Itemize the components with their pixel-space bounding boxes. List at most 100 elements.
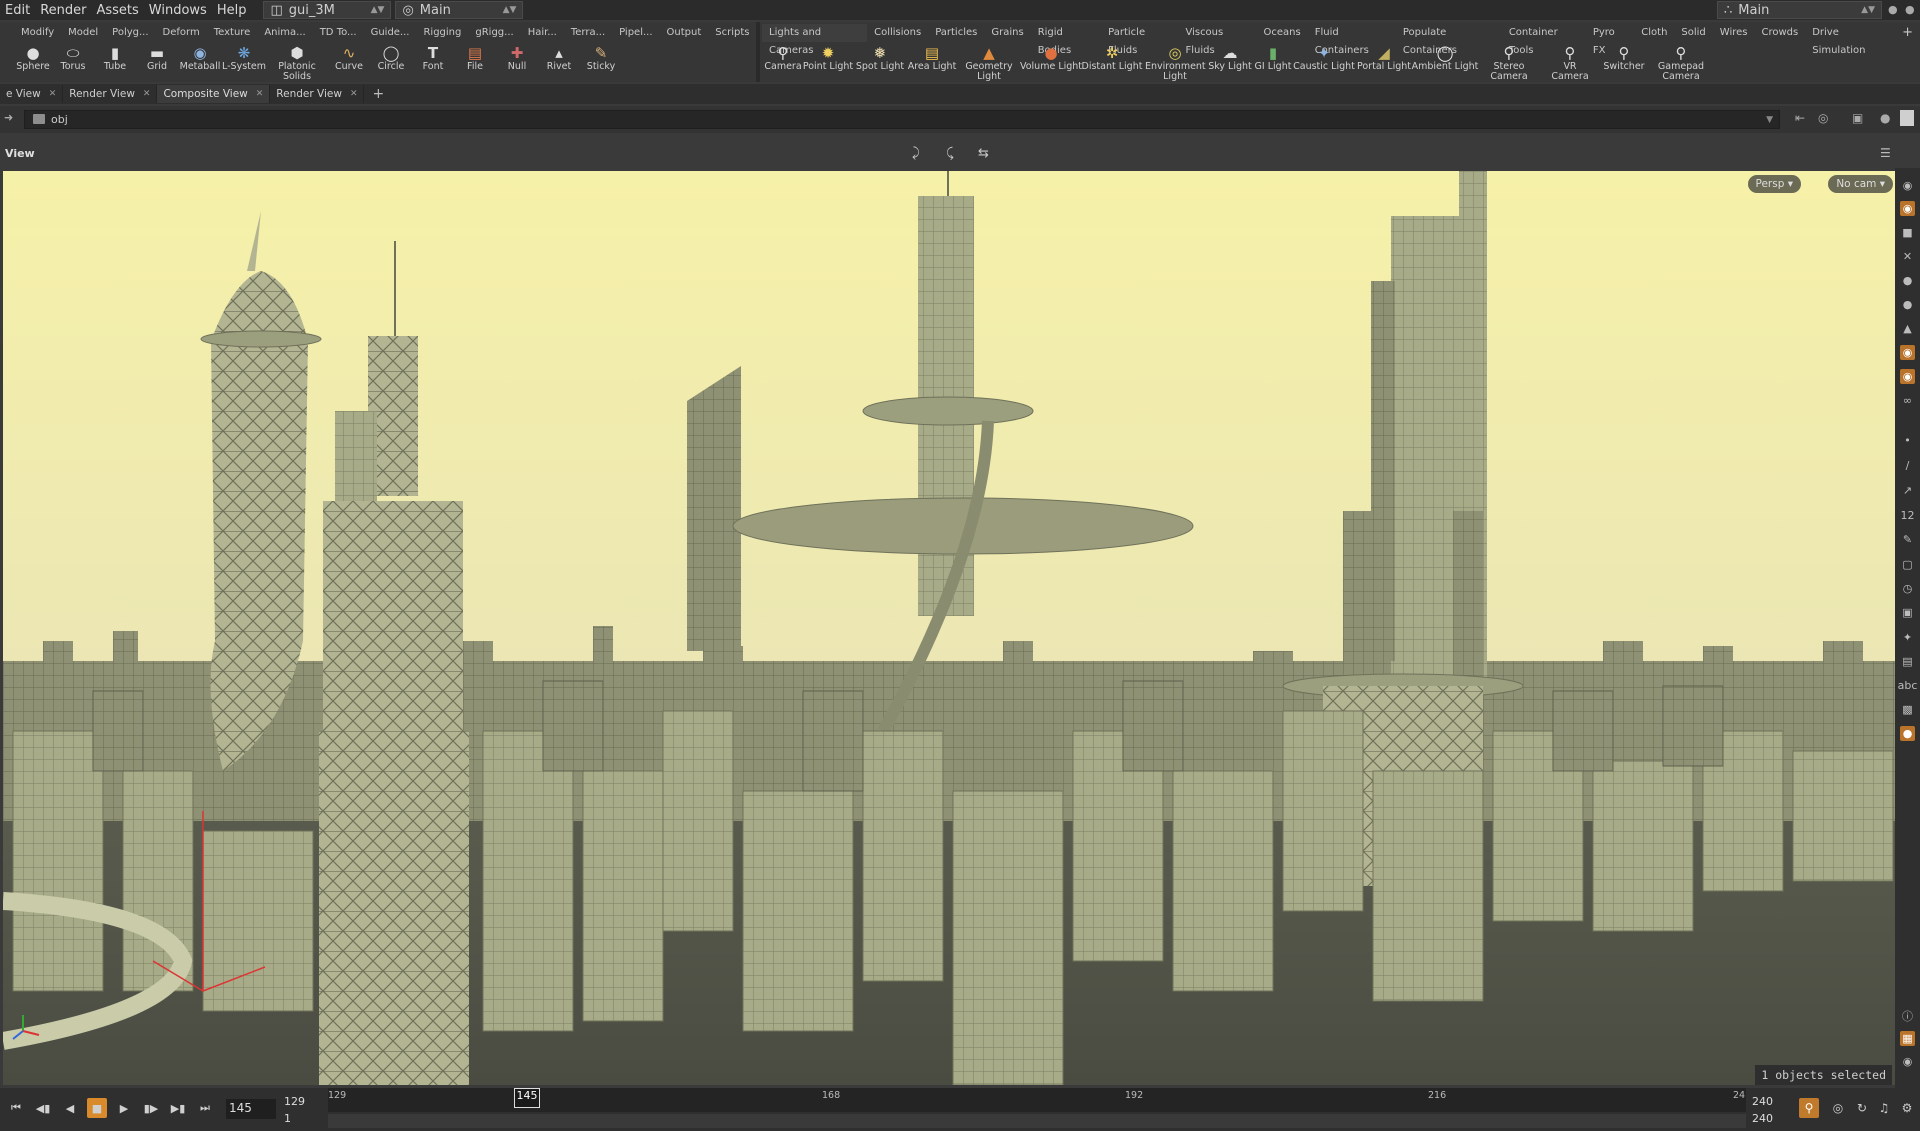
tool-grid[interactable]: ▬ Grid (136, 44, 178, 82)
tool-caustic-light[interactable]: ✦ Caustic Light (1293, 44, 1355, 82)
shelf-tab[interactable]: Scripts (708, 24, 756, 42)
tool-circle[interactable]: ◯ Circle (370, 44, 412, 82)
transform-tool-icon[interactable]: ⤹ (946, 146, 954, 161)
tool-null[interactable]: ✚ Null (496, 44, 538, 82)
shelf-tab[interactable]: Output (660, 24, 709, 42)
persp-menu[interactable]: Persp ▾ (1747, 175, 1801, 193)
tool-area-light[interactable]: ▤ Area Light (906, 44, 958, 82)
shelf-tab[interactable]: Anima... (257, 24, 312, 42)
tool-geometry-light[interactable]: ▲ Geometry Light (958, 44, 1020, 82)
shelf-tab[interactable]: Modify (14, 24, 61, 42)
number-display-icon[interactable]: 12 (1900, 508, 1915, 523)
realtime-icon[interactable]: ◎ (1828, 1098, 1848, 1118)
step-back-key-icon[interactable]: ◀▮ (33, 1098, 53, 1118)
display-icon[interactable]: ● (1880, 111, 1890, 125)
shelf-tab[interactable]: Pipel... (612, 24, 659, 42)
play-icon[interactable]: ▶ (114, 1098, 134, 1118)
display-options-icon[interactable]: ☰ (1880, 146, 1891, 160)
shelf-tab[interactable]: Drive Simulation (1805, 24, 1895, 56)
shelf-tab[interactable]: Rigid Bodies (1031, 24, 1101, 56)
info-icon[interactable]: ⓘ (1900, 1008, 1915, 1023)
tool-stereo-camera[interactable]: ⚲ Stereo Camera (1476, 44, 1542, 82)
step-forward-icon[interactable]: ▮▶ (141, 1098, 161, 1118)
tool-torus[interactable]: ⬭ Torus (52, 44, 94, 82)
network-path-field[interactable]: obj ▼ (24, 110, 1780, 129)
pane-tab-active[interactable]: Composite View ✕ (157, 85, 271, 103)
close-icon[interactable]: ✕ (143, 89, 151, 99)
shelf-tab[interactable]: Model (61, 24, 105, 42)
chevron-down-icon[interactable]: ▼ (1766, 115, 1773, 125)
abc-icon[interactable]: abc (1898, 678, 1918, 693)
help-icon[interactable]: ● (1888, 3, 1902, 17)
light-bulb-icon[interactable]: ● (1900, 297, 1915, 312)
visibility-icon[interactable]: ◉ (1900, 201, 1915, 216)
menu-render[interactable]: Render (35, 3, 91, 18)
shelf-tab[interactable]: Viscous Fluids (1178, 24, 1256, 56)
menu-edit[interactable]: Edit (0, 3, 35, 18)
tool-tube[interactable]: ▮ Tube (94, 44, 136, 82)
close-icon[interactable]: ✕ (49, 89, 57, 99)
menu-help[interactable]: Help (212, 3, 252, 18)
pane-tab[interactable]: e View ✕ (0, 85, 64, 103)
tool-lsystem[interactable]: ❋ L-System (222, 44, 266, 82)
add-tab-icon[interactable]: + (364, 86, 392, 102)
link-icon[interactable]: ∞ (1900, 393, 1915, 408)
bounds-icon[interactable]: ◷ (1900, 581, 1915, 596)
pin-icon[interactable]: ⇤ (1795, 111, 1805, 125)
tool-gi-light[interactable]: ▮ GI Light (1252, 44, 1294, 82)
range-start[interactable]: 129 (284, 1095, 305, 1108)
global-start[interactable]: 1 (284, 1112, 291, 1125)
pane-tab[interactable]: Render View ✕ (270, 85, 365, 103)
range-end[interactable]: 240 (1752, 1095, 1773, 1108)
display-eye-icon[interactable]: ◉ (1900, 1054, 1915, 1069)
shelf-tab[interactable]: Grains (984, 24, 1030, 42)
3d-viewport[interactable]: Persp ▾ No cam ▾ 1 objects selected (3, 171, 1895, 1085)
tool-curve[interactable]: ∿ Curve (328, 44, 370, 82)
shelf-tab[interactable]: Particle Fluids (1101, 24, 1178, 56)
shelf-tab[interactable]: Wires (1713, 24, 1755, 42)
global-end[interactable]: 240 (1752, 1112, 1773, 1125)
frame-all-icon[interactable]: ▣ (1900, 605, 1915, 620)
timeline-ruler[interactable]: 129 168 192 216 24 145 (328, 1088, 1746, 1112)
pane-layout-icon[interactable] (1900, 110, 1914, 126)
tool-metaball[interactable]: ◉ Metaball (178, 44, 222, 82)
tool-volume-light[interactable]: ● Volume Light (1020, 44, 1082, 82)
shelf-tab[interactable]: Lights and Cameras (762, 24, 868, 56)
tool-gamepad-camera[interactable]: ⚲ Gamepad Camera (1650, 44, 1712, 82)
shelf-tab[interactable]: Container Tools (1502, 24, 1586, 56)
tool-platonic[interactable]: ⬢ Platonic Solids (266, 44, 328, 82)
cube-icon[interactable]: ▢ (1900, 557, 1915, 572)
shelf-tab[interactable]: Cloth (1634, 24, 1674, 42)
range-slider[interactable] (328, 1114, 1746, 1128)
shelf-tab[interactable]: Terra... (564, 24, 612, 42)
shelf-tab[interactable]: Fluid Containers (1308, 24, 1396, 56)
shelf-tab[interactable]: Rigging (416, 24, 468, 42)
select-tool-icon[interactable]: ⤸ (912, 146, 920, 161)
step-forward-key-icon[interactable]: ▶▮ (168, 1098, 188, 1118)
settings-icon[interactable]: ⚙ (1897, 1098, 1917, 1118)
tool-rivet[interactable]: ▴ Rivet (538, 44, 580, 82)
tool-sphere[interactable]: ● Sphere (14, 44, 52, 82)
sphere-display-icon[interactable]: ● (1900, 273, 1915, 288)
jump-end-icon[interactable]: ⏭ (195, 1098, 215, 1118)
snapshot-icon[interactable]: ▣ (1852, 111, 1863, 125)
brush-icon[interactable]: ✎ (1900, 532, 1915, 547)
shelf-tab[interactable]: Polyg... (105, 24, 155, 42)
grid-layout-icon[interactable]: ▦ (1900, 1031, 1915, 1046)
key-icon[interactable]: ⚲ (1799, 1098, 1819, 1118)
shelf-tab[interactable]: Populate Containers (1396, 24, 1502, 56)
audio-icon[interactable]: ♫ (1874, 1098, 1894, 1118)
tool-point-light[interactable]: ✹ Point Light (802, 44, 854, 82)
tool-spot-light[interactable]: ❅ Spot Light (854, 44, 906, 82)
shelf-tab[interactable]: Crowds (1754, 24, 1805, 42)
loop-icon[interactable]: ↻ (1852, 1098, 1872, 1118)
shelf-tab[interactable]: Pyro FX (1586, 24, 1634, 56)
menu-assets[interactable]: Assets (91, 3, 143, 18)
normal-display-icon[interactable]: ∕ (1900, 458, 1915, 473)
shelf-tab[interactable]: Deform (156, 24, 207, 42)
tool-vr-camera[interactable]: ⚲ VR Camera (1542, 44, 1598, 82)
tool-camera[interactable]: ⚲ Camera (764, 44, 802, 82)
desktop-select[interactable]: ◫ gui_3M ▲▼ (263, 1, 392, 19)
shelf-tab[interactable]: Texture (207, 24, 258, 42)
headlight-icon[interactable]: ◉ (1900, 345, 1915, 360)
